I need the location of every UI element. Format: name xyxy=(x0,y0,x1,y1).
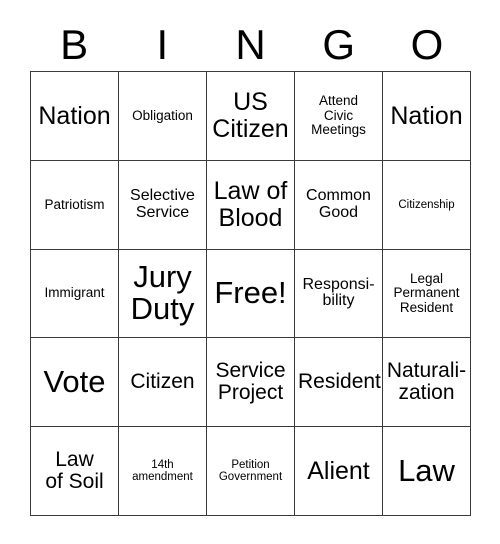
bingo-cell-free-space[interactable]: Free! xyxy=(207,249,295,339)
bingo-cell-label: Responsi- bility xyxy=(302,275,375,310)
bingo-cell-label: Law of Blood xyxy=(213,177,288,232)
bingo-grid: Nation Obligation US Citizen Attend Civi… xyxy=(30,71,471,516)
bingo-cell-b2[interactable]: Patriotism xyxy=(31,160,119,250)
bingo-cell-o1[interactable]: Nation xyxy=(383,72,471,161)
bingo-cell-g2[interactable]: Common Good xyxy=(295,160,383,250)
bingo-cell-label: US Citizen xyxy=(212,88,289,143)
bingo-cell-i2[interactable]: Selective Service xyxy=(119,160,207,250)
bingo-cell-b3[interactable]: Immigrant xyxy=(31,249,119,339)
bingo-header-row: B I N G O xyxy=(30,18,471,71)
bingo-cell-o4[interactable]: Naturali- zation xyxy=(383,338,471,428)
bingo-cell-label: Resident xyxy=(298,370,381,394)
bingo-cell-b5[interactable]: Law of Soil xyxy=(31,427,119,516)
bingo-cell-label: 14th amendment xyxy=(132,458,193,484)
bingo-cell-label: Petition Government xyxy=(218,458,283,484)
bingo-cell-label: Nation xyxy=(38,101,111,130)
bingo-cell-label: Patriotism xyxy=(44,196,105,212)
bingo-cell-n1[interactable]: US Citizen xyxy=(207,72,295,161)
bingo-row: Nation Obligation US Citizen Attend Civi… xyxy=(31,72,471,161)
bingo-cell-label: Jury Duty xyxy=(130,258,195,327)
bingo-cell-g4[interactable]: Resident xyxy=(295,338,383,428)
bingo-cell-label: Legal Permanent Resident xyxy=(393,271,460,315)
bingo-cell-label: Common Good xyxy=(306,186,371,221)
bingo-cell-n4[interactable]: Service Project xyxy=(207,338,295,428)
bingo-cell-g5[interactable]: Alient xyxy=(295,427,383,516)
bingo-row: Patriotism Selective Service Law of Bloo… xyxy=(31,160,471,250)
bingo-cell-label: Selective Service xyxy=(130,186,195,221)
bingo-header-letter-b: B xyxy=(60,20,89,68)
bingo-header-letter-i: I xyxy=(156,20,169,68)
bingo-cell-label: Immigrant xyxy=(44,285,105,301)
bingo-cell-label: Service Project xyxy=(215,359,286,405)
bingo-row: Vote Citizen Service Project Resident Na… xyxy=(31,338,471,428)
bingo-free-space-label: Free! xyxy=(214,275,287,311)
bingo-cell-o5[interactable]: Law xyxy=(383,427,471,516)
bingo-row: Immigrant Jury Duty Free! Responsi- bili… xyxy=(31,249,471,339)
bingo-cell-n5[interactable]: Petition Government xyxy=(207,427,295,516)
bingo-header-letter-o: O xyxy=(410,20,444,68)
bingo-cell-i5[interactable]: 14th amendment xyxy=(119,427,207,516)
bingo-cell-label: Law xyxy=(398,452,455,488)
bingo-card: B I N G O Nation Obligation US Citizen A… xyxy=(0,0,500,544)
bingo-cell-b1[interactable]: Nation xyxy=(31,72,119,161)
bingo-cell-label: Vote xyxy=(43,363,106,399)
bingo-cell-o2[interactable]: Citizenship xyxy=(383,160,471,250)
bingo-cell-g3[interactable]: Responsi- bility xyxy=(295,249,383,339)
bingo-header-letter-g: G xyxy=(322,20,356,68)
bingo-cell-o3[interactable]: Legal Permanent Resident xyxy=(383,249,471,339)
bingo-cell-n2[interactable]: Law of Blood xyxy=(207,160,295,250)
bingo-cell-label: Citizen xyxy=(130,370,195,394)
bingo-cell-label: Law of Soil xyxy=(45,447,104,494)
bingo-cell-label: Obligation xyxy=(132,107,193,123)
bingo-cell-i3[interactable]: Jury Duty xyxy=(119,249,207,339)
bingo-cell-i1[interactable]: Obligation xyxy=(119,72,207,161)
bingo-cell-i4[interactable]: Citizen xyxy=(119,338,207,428)
bingo-row: Law of Soil 14th amendment Petition Gove… xyxy=(31,427,471,516)
bingo-cell-label: Naturali- zation xyxy=(386,359,467,405)
bingo-cell-label: Nation xyxy=(390,101,463,130)
bingo-cell-label: Attend Civic Meetings xyxy=(311,93,366,138)
bingo-cell-label: Citizenship xyxy=(398,198,455,211)
bingo-cell-g1[interactable]: Attend Civic Meetings xyxy=(295,72,383,161)
bingo-cell-b4[interactable]: Vote xyxy=(31,338,119,428)
bingo-cell-label: Alient xyxy=(307,456,370,485)
bingo-header-letter-n: N xyxy=(235,20,266,68)
